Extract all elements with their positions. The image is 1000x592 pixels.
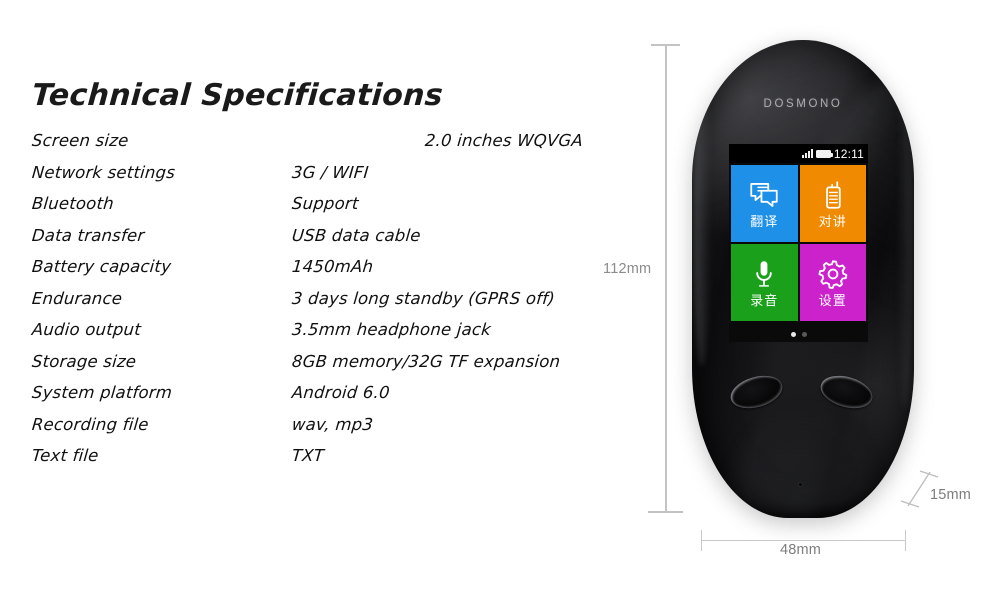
page-indicator xyxy=(729,332,868,337)
width-dimension-cap-right xyxy=(905,530,907,551)
spec-row-recording-file: Recording file wav, mp3 xyxy=(30,415,630,447)
tile-settings[interactable]: 设置 xyxy=(799,244,866,321)
spec-row-storage-size: Storage size 8GB memory/32G TF expansion xyxy=(30,352,630,384)
spec-row-screen-size: Screen size 2.0 inches WQVGA xyxy=(30,131,630,163)
spec-value: Support xyxy=(291,194,360,213)
tile-label: 录音 xyxy=(750,294,779,309)
home-screen-tiles: 翻译 对讲 录音 设置 xyxy=(731,165,866,321)
status-bar: 12:11 xyxy=(729,144,868,163)
spec-value: 1450mAh xyxy=(291,257,375,276)
spec-value: USB data cable xyxy=(291,225,422,245)
spec-row-network-settings: Network settings 3G / WIFI xyxy=(30,163,630,195)
spec-label: Storage size xyxy=(31,351,138,371)
height-dimension-line xyxy=(665,45,667,513)
spec-value: 3 days long standby (GPRS off) xyxy=(291,288,556,308)
spec-row-endurance: Endurance 3 days long standby (GPRS off) xyxy=(30,289,630,321)
body-bottom-sheen xyxy=(710,392,896,512)
page-dot[interactable] xyxy=(801,332,807,337)
tile-label: 设置 xyxy=(818,294,847,309)
spec-label: System platform xyxy=(31,383,174,402)
spec-value: TXT xyxy=(291,446,325,465)
tile-translate[interactable]: 翻译 xyxy=(731,165,798,242)
technical-specifications-panel: Technical Specifications Screen size 2.0… xyxy=(30,78,630,478)
spec-label: Endurance xyxy=(31,288,124,308)
status-bar-clock: 12:11 xyxy=(833,146,864,161)
spec-value: wav, mp3 xyxy=(291,414,375,434)
spec-label: Data transfer xyxy=(31,225,146,245)
walkie-talkie-icon xyxy=(825,181,841,209)
spec-label: Audio output xyxy=(31,320,142,339)
specifications-list: Screen size 2.0 inches WQVGA Network set… xyxy=(30,131,630,478)
brand-logo: DOSMONO xyxy=(763,98,843,110)
spec-row-bluetooth: Bluetooth Support xyxy=(30,194,630,226)
spec-label: Bluetooth xyxy=(31,194,115,213)
body-edge-highlight-right xyxy=(897,80,913,410)
spec-value: 8GB memory/32G TF expansion xyxy=(291,351,562,371)
tile-recording[interactable]: 录音 xyxy=(731,244,798,321)
speech-bubbles-icon xyxy=(750,183,778,207)
page-title: Technical Specifications xyxy=(30,78,445,113)
spec-sheet-page: Technical Specifications Screen size 2.0… xyxy=(0,0,1000,592)
gear-icon xyxy=(818,260,848,290)
page-dot-active[interactable] xyxy=(790,332,796,337)
device-illustration: 112mm DOSMONO 12:11 翻译 对讲 录音 设置 15mm 48m… xyxy=(600,0,1000,592)
signal-bars-icon xyxy=(801,149,813,158)
spec-row-system-platform: System platform Android 6.0 xyxy=(30,383,630,415)
spec-label: Recording file xyxy=(31,414,150,434)
width-dimension-label: 48mm xyxy=(780,542,822,558)
tile-label: 对讲 xyxy=(818,215,847,230)
spec-label: Screen size xyxy=(31,131,130,150)
device-screen: 12:11 翻译 对讲 录音 设置 xyxy=(729,144,868,342)
thickness-dimension-label: 15mm xyxy=(930,487,972,503)
spec-value: 3.5mm headphone jack xyxy=(291,320,492,339)
tile-intercom[interactable]: 对讲 xyxy=(799,165,866,242)
spec-label: Battery capacity xyxy=(31,257,173,276)
translator-device: DOSMONO 12:11 翻译 对讲 录音 设置 xyxy=(692,40,914,518)
spec-value: Android 6.0 xyxy=(291,383,391,402)
tile-label: 翻译 xyxy=(750,215,779,230)
spec-row-battery-capacity: Battery capacity 1450mAh xyxy=(30,257,630,289)
height-dimension-cap-bottom xyxy=(648,511,683,513)
spec-value: 2.0 inches WQVGA xyxy=(424,131,584,150)
microphone-icon xyxy=(756,261,773,287)
spec-row-audio-output: Audio output 3.5mm headphone jack xyxy=(30,320,630,352)
body-edge-highlight-left xyxy=(693,66,711,366)
spec-label: Network settings xyxy=(31,162,176,182)
spec-row-data-transfer: Data transfer USB data cable xyxy=(30,226,630,258)
spec-value: 3G / WIFI xyxy=(291,162,370,182)
spec-label: Text file xyxy=(31,446,100,465)
battery-full-icon xyxy=(815,149,833,158)
spec-row-text-file: Text file TXT xyxy=(30,446,630,478)
height-dimension-label: 112mm xyxy=(603,261,652,277)
